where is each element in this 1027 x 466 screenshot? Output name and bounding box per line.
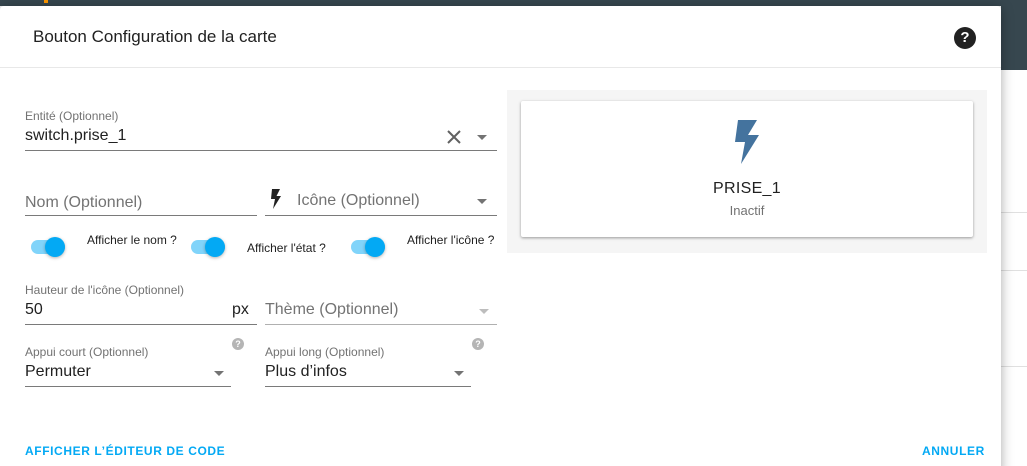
entity-field[interactable]: Entité (Optionnel) switch.prise_1: [25, 106, 497, 152]
theme-field[interactable]: Thème (Optionnel): [265, 280, 497, 326]
card-entity-state: Inactif: [729, 203, 765, 218]
tap-action-field-value[interactable]: Permuter: [25, 363, 91, 381]
toggle-show-icon[interactable]: [351, 237, 387, 257]
name-field-placeholder[interactable]: Nom (Optionnel): [25, 194, 142, 212]
entity-field-label: Entité (Optionnel): [25, 109, 119, 123]
chevron-down-icon[interactable]: [214, 371, 224, 376]
cancel-button[interactable]: ANNULER: [922, 444, 985, 458]
dialog-title: Bouton Configuration de la carte: [33, 27, 277, 46]
icon-height-field-value[interactable]: 50: [25, 301, 43, 319]
background-divider: [1001, 212, 1027, 213]
background-right-header: [1001, 0, 1027, 70]
icon-height-field-label: Hauteur de l'icône (Optionnel): [25, 283, 185, 297]
toggle-show-name[interactable]: [31, 237, 67, 257]
chevron-down-icon[interactable]: [454, 371, 464, 376]
chevron-down-icon[interactable]: [477, 199, 487, 204]
hold-action-field-underline: [265, 386, 471, 387]
button-card-preview[interactable]: PRISE_1 Inactif: [521, 101, 973, 237]
flash-icon: [271, 189, 281, 209]
px-suffix: px: [232, 301, 249, 318]
background-accent-mark: [44, 0, 48, 3]
icon-field-underline: [265, 215, 497, 216]
hold-action-field[interactable]: Appui long (Optionnel) ? Plus d’infos: [265, 338, 489, 388]
toggle-show-name-label: Afficher le nom ?: [87, 233, 177, 247]
background-divider: [1001, 366, 1027, 367]
toggle-show-state-label: Afficher l'état ?: [247, 241, 326, 255]
toggle-show-icon-label: Afficher l'icône ?: [407, 233, 495, 247]
help-hint-icon[interactable]: ?: [472, 338, 484, 350]
icon-field-placeholder[interactable]: Icône (Optionnel): [297, 192, 420, 210]
toggle-thumb[interactable]: [365, 237, 385, 257]
icon-height-field-underline: [25, 324, 257, 325]
name-field[interactable]: Nom (Optionnel): [25, 186, 257, 218]
theme-field-underline: [265, 324, 497, 325]
chevron-down-icon[interactable]: [479, 309, 489, 314]
chevron-down-icon[interactable]: [477, 135, 487, 140]
help-icon[interactable]: ?: [954, 27, 976, 49]
icon-field[interactable]: Icône (Optionnel): [265, 186, 497, 218]
name-field-underline: [25, 215, 257, 216]
background-divider: [1001, 270, 1027, 271]
card-entity-name: PRISE_1: [713, 180, 781, 197]
entity-field-value[interactable]: switch.prise_1: [25, 127, 126, 145]
clear-icon[interactable]: [445, 128, 463, 146]
entity-field-underline: [25, 150, 497, 151]
flash-icon: [735, 120, 759, 164]
hold-action-field-label: Appui long (Optionnel): [265, 345, 385, 359]
hold-action-field-value[interactable]: Plus d’infos: [265, 363, 347, 381]
show-code-editor-button[interactable]: AFFICHER L’ÉDITEUR DE CODE: [25, 444, 225, 458]
tap-action-field[interactable]: Appui court (Optionnel) ? Permuter: [25, 338, 244, 388]
tap-action-field-label: Appui court (Optionnel): [25, 345, 149, 359]
toggle-thumb[interactable]: [45, 237, 65, 257]
card-config-dialog: Bouton Configuration de la carte ? Entit…: [0, 6, 1001, 466]
toggle-show-state[interactable]: [191, 237, 227, 257]
help-hint-icon[interactable]: ?: [232, 338, 244, 350]
theme-field-placeholder[interactable]: Thème (Optionnel): [265, 301, 398, 319]
toggle-thumb[interactable]: [205, 237, 225, 257]
tap-action-field-underline: [25, 386, 231, 387]
title-divider: [0, 67, 1001, 68]
icon-height-field[interactable]: Hauteur de l'icône (Optionnel) 50 px: [25, 280, 257, 326]
